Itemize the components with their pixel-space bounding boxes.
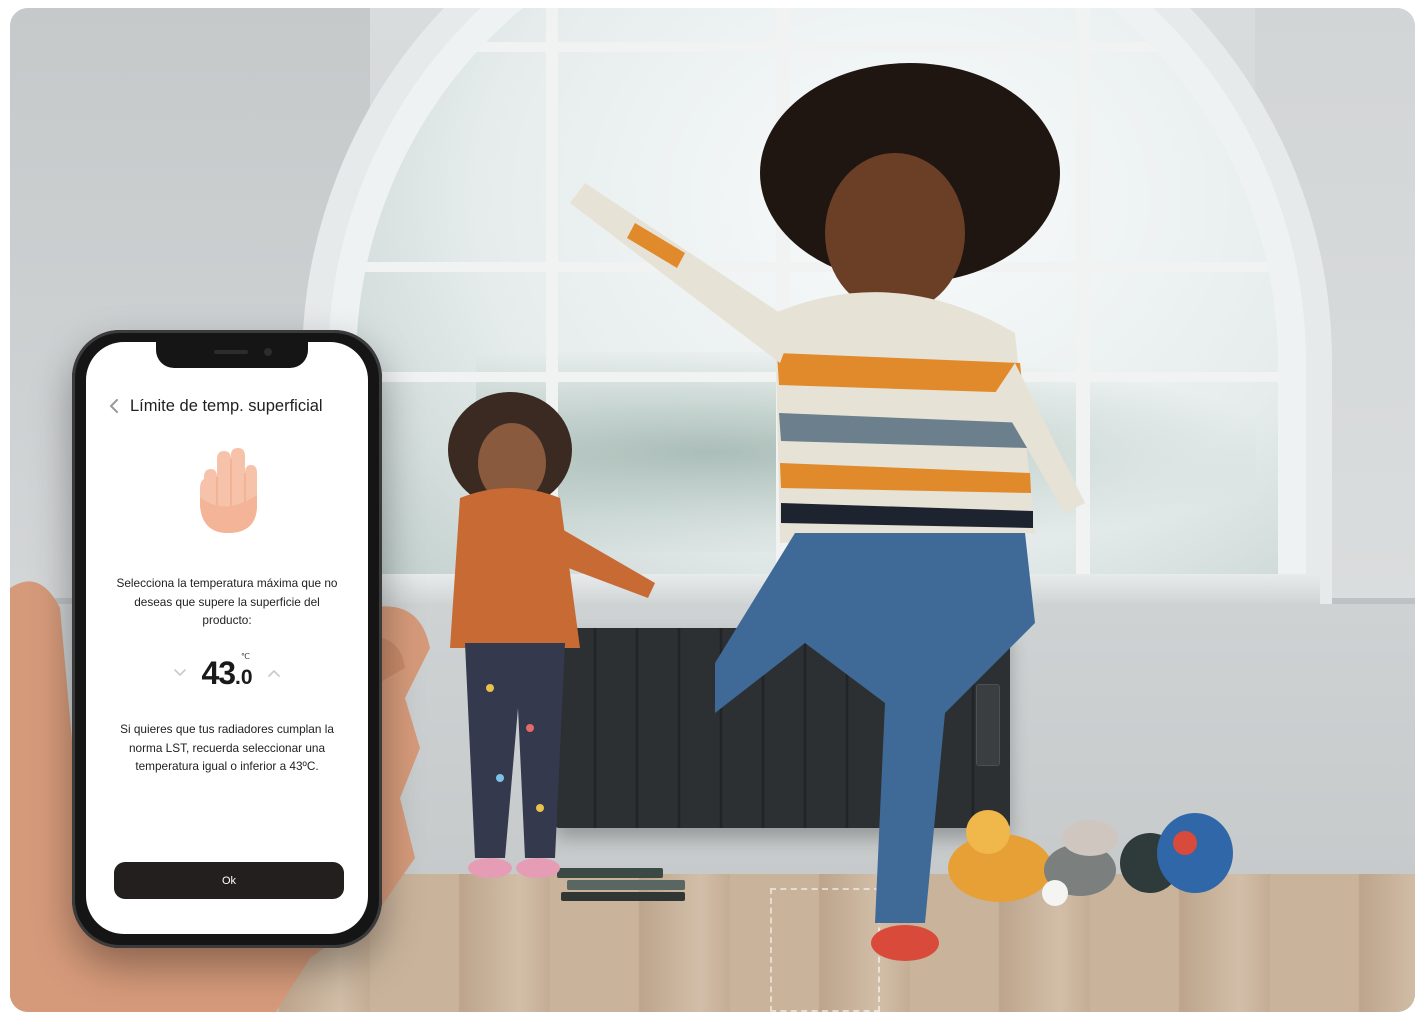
lst-note-text: Si quieres que tus radiadores cumplan la… [120, 722, 334, 773]
chevron-left-icon [110, 399, 118, 413]
decrease-temperature-button[interactable] [171, 664, 189, 682]
instruction-text: Selecciona la temperatura máxima que no … [116, 576, 338, 627]
front-camera [264, 348, 272, 356]
increase-temperature-button[interactable] [265, 664, 283, 682]
temperature-unit: ℃ [241, 651, 251, 661]
phone-notch [156, 342, 308, 368]
page-title: Límite de temp. superficial [130, 396, 323, 415]
temperature-stepper: 43 .0 ℃ [86, 650, 368, 696]
temperature-decimal-group: .0 ℃ [235, 652, 253, 690]
app-header: Límite de temp. superficial [104, 394, 358, 418]
chevron-up-icon [267, 669, 280, 677]
phone-screen: Límite de temp. superficial Selecciona l… [86, 342, 368, 934]
speaker-grille [214, 350, 248, 354]
window-transom [356, 42, 1278, 52]
smartphone: Límite de temp. superficial Selecciona l… [72, 330, 382, 948]
hero-photo: Límite de temp. superficial Selecciona l… [10, 8, 1415, 1012]
chevron-down-icon [174, 669, 187, 677]
ok-button[interactable]: Ok [114, 862, 344, 899]
jumping-child-figure [570, 63, 1085, 961]
temperature-value: 43 .0 ℃ [201, 652, 253, 692]
raised-hand-icon [200, 448, 257, 533]
back-button[interactable] [104, 396, 124, 416]
temperature-integer: 43 [201, 654, 236, 691]
temperature-decimal: .0 [235, 665, 253, 689]
